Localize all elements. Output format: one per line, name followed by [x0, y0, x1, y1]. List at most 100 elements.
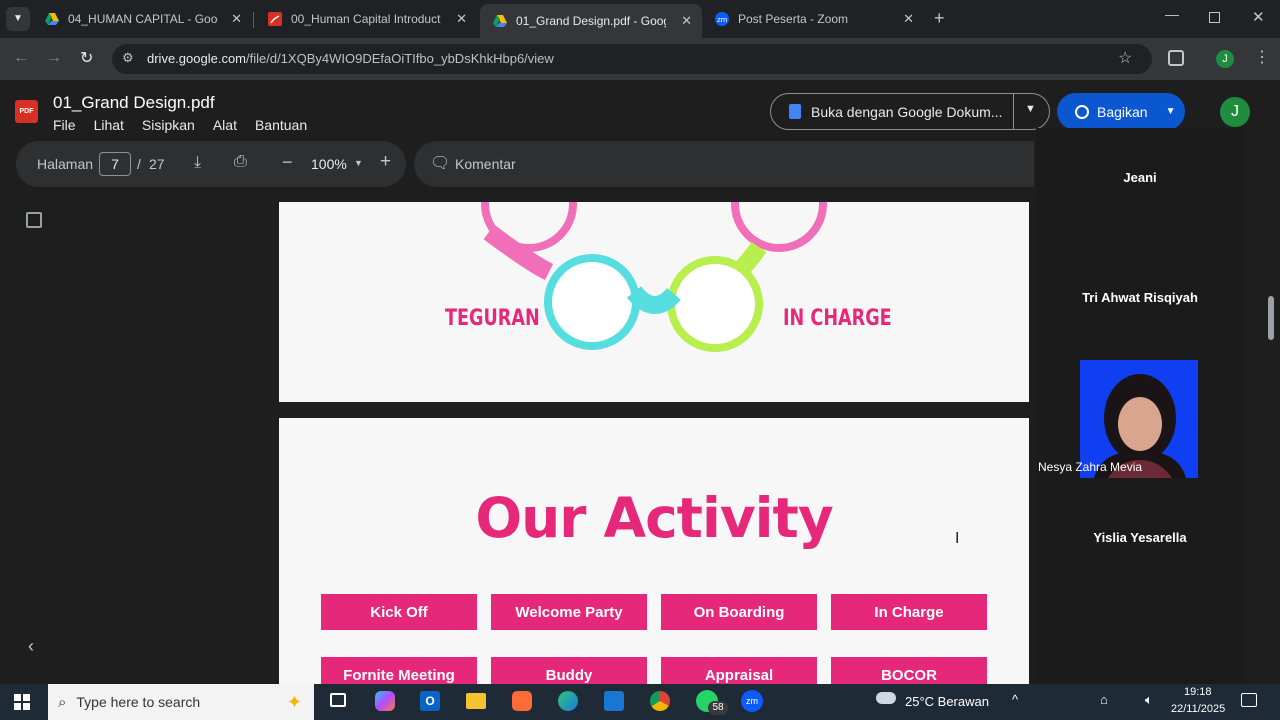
share-dropdown-icon[interactable]: ▼: [1166, 106, 1176, 117]
close-icon[interactable]: ✕: [903, 11, 914, 27]
tab-title: 00_Human Capital Introductio: [291, 12, 441, 26]
media-app-icon[interactable]: [512, 691, 532, 711]
close-icon[interactable]: ✕: [681, 13, 692, 29]
diagram-ring-lime: [667, 256, 763, 352]
tab-human-capital[interactable]: 04_HUMAN CAPITAL - Google ✕: [32, 4, 252, 34]
address-bar[interactable]: ⚙ drive.google.com/file/d/1XQBy4WIO9DEfa…: [112, 44, 1152, 74]
share-label: Bagikan: [1097, 103, 1148, 120]
tab-title: 04_HUMAN CAPITAL - Google: [68, 12, 218, 26]
close-icon[interactable]: ✕: [456, 11, 467, 27]
participant-nesya-name: Nesya Zahra Mevia: [1038, 460, 1143, 474]
menu-insert[interactable]: Sisipkan: [142, 117, 195, 133]
menu-bar: File Lihat Sisipkan Alat Bantuan: [53, 117, 325, 133]
page-separator: /: [137, 156, 141, 172]
diagram-label-in-charge: IN CHARGE: [783, 306, 892, 331]
page-number-input[interactable]: 7: [99, 152, 131, 176]
activity-kick-off: Kick Off: [321, 594, 477, 630]
browser-tab-strip: ▼ 04_HUMAN CAPITAL - Google ✕ 00_Human C…: [0, 0, 1280, 38]
tab-intro-pdf[interactable]: 00_Human Capital Introductio ✕: [255, 4, 477, 34]
weather-text[interactable]: 25°C Berawan: [905, 694, 989, 709]
sparkle-icon: ✦: [286, 691, 302, 712]
svg-text:zm: zm: [717, 16, 728, 24]
open-with-dropdown-icon[interactable]: ▼: [1025, 103, 1036, 115]
download-icon[interactable]: ⤓: [194, 154, 201, 172]
participant-jeani[interactable]: Jeani: [1036, 170, 1244, 185]
activity-buddy: Buddy: [491, 657, 647, 684]
network-icon[interactable]: ⌂: [1100, 692, 1108, 707]
edge-icon[interactable]: [558, 691, 578, 711]
page-label: Halaman: [37, 156, 94, 172]
pdf-file-icon: PDF: [15, 100, 38, 123]
zoom-out-icon[interactable]: −: [282, 152, 293, 173]
reload-icon[interactable]: ↻: [80, 48, 93, 68]
open-with-docs-button[interactable]: Buka dengan Google Dokum... ▼: [770, 93, 1050, 130]
activity-bocor: BOCOR: [831, 657, 987, 684]
slide-title: Our Activity: [475, 486, 833, 550]
document-title: 01_Grand Design.pdf: [53, 93, 215, 112]
menu-help[interactable]: Bantuan: [255, 117, 307, 133]
profile-avatar[interactable]: J: [1216, 50, 1234, 68]
minimize-button[interactable]: —: [1165, 6, 1179, 22]
participant-tri[interactable]: Tri Ahwat Risqiyah: [1036, 290, 1244, 305]
whatsapp-badge: 58: [708, 701, 728, 715]
taskbar-search[interactable]: ⌕ Type here to search ✦: [48, 684, 314, 720]
window-close-button[interactable]: ✕: [1252, 8, 1265, 26]
chevron-left-icon[interactable]: ‹: [28, 636, 34, 657]
share-button[interactable]: Bagikan ▼: [1057, 93, 1185, 130]
pdf-page-current: Our Activity Kick Off Welcome Party On B…: [279, 418, 1029, 684]
tab-zoom[interactable]: zm Post Peserta - Zoom ✕: [702, 4, 924, 34]
activity-welcome-party: Welcome Party: [491, 594, 647, 630]
clock-time[interactable]: 19:18: [1184, 686, 1212, 698]
copilot-icon[interactable]: [375, 691, 395, 711]
print-icon[interactable]: ⎙: [234, 153, 247, 171]
restore-button[interactable]: [1209, 12, 1220, 23]
back-icon[interactable]: ←: [13, 49, 29, 67]
site-info-icon[interactable]: ⚙: [122, 50, 134, 66]
vscode-icon[interactable]: [604, 691, 624, 711]
zoom-dropdown-icon[interactable]: ▼: [354, 158, 363, 168]
volume-icon[interactable]: 🔈︎: [1145, 692, 1153, 708]
participant-yislia[interactable]: Yislia Yesarella: [1036, 530, 1244, 545]
image-icon[interactable]: [26, 212, 42, 228]
pdf-icon: [268, 12, 282, 26]
tab-title: 01_Grand Design.pdf - Google: [516, 14, 666, 28]
activity-in-charge: In Charge: [831, 594, 987, 630]
forward-icon[interactable]: →: [46, 49, 62, 67]
chrome-icon[interactable]: [650, 691, 670, 711]
zoom-level[interactable]: 100%: [311, 156, 347, 172]
activity-fornite-meeting: Fornite Meeting: [321, 657, 477, 684]
comment-icon[interactable]: 🗨: [430, 153, 450, 173]
tab-search-button[interactable]: ▼: [6, 7, 30, 31]
url-text: drive.google.com/file/d/1XQBy4WIO9DEfaOi…: [147, 51, 554, 66]
close-icon[interactable]: ✕: [231, 11, 242, 27]
comment-label[interactable]: Komentar: [455, 156, 516, 172]
text-cursor-icon: I: [955, 530, 960, 547]
browser-menu-icon[interactable]: ⋮: [1254, 47, 1270, 67]
tab-title: Post Peserta - Zoom: [738, 12, 849, 26]
drive-icon: [45, 13, 59, 25]
menu-tools[interactable]: Alat: [213, 117, 237, 133]
windows-start-icon[interactable]: [14, 694, 30, 710]
task-view-icon[interactable]: [330, 693, 346, 707]
cycle-diagram: [481, 202, 827, 352]
menu-file[interactable]: File: [53, 117, 76, 133]
zoom-app-icon[interactable]: zm: [741, 690, 763, 712]
account-avatar[interactable]: J: [1220, 97, 1250, 127]
tab-grand-design[interactable]: 01_Grand Design.pdf - Google ✕: [480, 4, 702, 38]
clock-date[interactable]: 22/11/2025: [1171, 703, 1225, 715]
weather-icon: [876, 692, 896, 704]
outlook-icon[interactable]: O: [420, 691, 440, 711]
total-pages: 27: [149, 156, 165, 172]
scrollbar-thumb[interactable]: [1268, 296, 1274, 340]
notification-icon[interactable]: [1241, 693, 1257, 707]
menu-view[interactable]: Lihat: [94, 117, 124, 133]
diagram-ring-pink-right: [731, 202, 827, 252]
drive-icon: [493, 15, 507, 27]
bookmark-star-icon[interactable]: ☆: [1118, 48, 1132, 68]
tray-chevron-icon[interactable]: ^: [1012, 692, 1018, 707]
extensions-icon[interactable]: [1168, 50, 1184, 66]
file-explorer-icon[interactable]: [466, 693, 486, 709]
diagram-label-teguran: TEGURAN: [445, 306, 540, 331]
new-tab-button[interactable]: +: [934, 8, 945, 29]
zoom-in-icon[interactable]: +: [380, 151, 391, 173]
